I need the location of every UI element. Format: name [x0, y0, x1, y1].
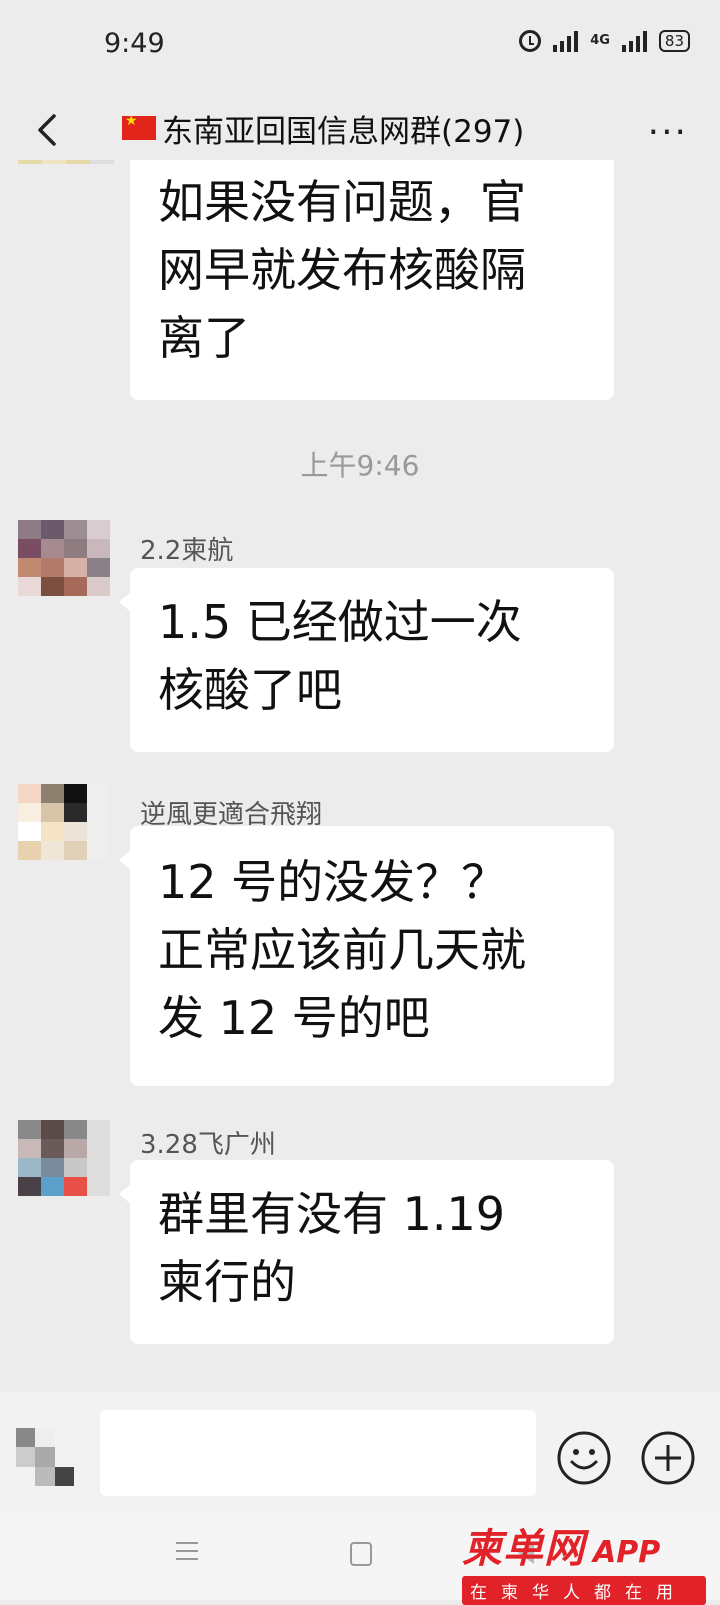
bubble-tail — [119, 850, 131, 870]
battery-icon: 83 — [658, 30, 690, 52]
avatar[interactable] — [16, 1428, 74, 1486]
more-dots-icon[interactable]: ··· — [648, 112, 688, 153]
status-icons: 4G 83 — [519, 30, 690, 52]
watermark-logo: 柬单网 APP 在柬华人都在用 — [462, 1516, 712, 1605]
avatar[interactable] — [18, 784, 110, 860]
chat-title-text: 东南亚回国信息网群(297) — [162, 113, 525, 150]
chat-title[interactable]: 东南亚回国信息网群(297) — [122, 100, 602, 156]
smile-icon[interactable] — [556, 1430, 612, 1486]
home-icon[interactable] — [350, 1542, 372, 1566]
message-timestamp: 上午9:46 — [300, 449, 420, 482]
alarm-icon — [519, 30, 542, 52]
watermark-app: APP — [593, 1535, 661, 1570]
message-input[interactable] — [100, 1410, 536, 1496]
signal-icon — [621, 30, 647, 52]
message-text: 1.5 已经做过一次 核酸了吧 — [158, 595, 522, 717]
status-time: 9:49 — [104, 28, 165, 59]
message-input-bar — [0, 1392, 720, 1512]
sender-name: 2.2柬航 — [140, 536, 234, 566]
plus-icon[interactable] — [640, 1430, 696, 1486]
bubble-tail — [119, 592, 131, 612]
sender-name: 3.28飞广州 — [140, 1130, 276, 1160]
chevron-left-icon[interactable] — [28, 110, 68, 150]
message-text: 群里有没有 1.19 柬行的 — [158, 1187, 506, 1309]
avatar[interactable] — [18, 1120, 110, 1196]
message-text: 如果没有问题，官 网早就发布核酸隔 离了 — [158, 175, 526, 365]
watermark-brand: 柬单网 — [462, 1526, 585, 1572]
battery-level: 83 — [664, 32, 684, 50]
avatar[interactable] — [18, 520, 110, 596]
message-text: 12 号的没发？？ 正常应该前几天就 发 12 号的吧 — [158, 855, 526, 1045]
message-bubble[interactable]: 12 号的没发？？ 正常应该前几天就 发 12 号的吧 — [119, 826, 614, 1086]
signal-4g-icon: 4G — [590, 33, 610, 48]
watermark-slogan: 在柬华人都在用 — [462, 1576, 706, 1605]
bubble-tail — [119, 1184, 131, 1204]
chat-header: 东南亚回国信息网群(297) ··· — [0, 90, 720, 170]
message-bubble[interactable]: 如果没有问题，官 网早就发布核酸隔 离了 — [130, 160, 614, 400]
message-bubble[interactable]: 1.5 已经做过一次 核酸了吧 — [119, 568, 614, 752]
menu-icon[interactable] — [176, 1542, 198, 1566]
signal-icon — [553, 30, 579, 52]
avatar[interactable] — [18, 160, 114, 174]
china-flag-icon — [122, 113, 156, 140]
message-bubble[interactable]: 群里有没有 1.19 柬行的 — [119, 1160, 614, 1344]
status-bar: 9:49 4G 83 — [0, 0, 720, 90]
